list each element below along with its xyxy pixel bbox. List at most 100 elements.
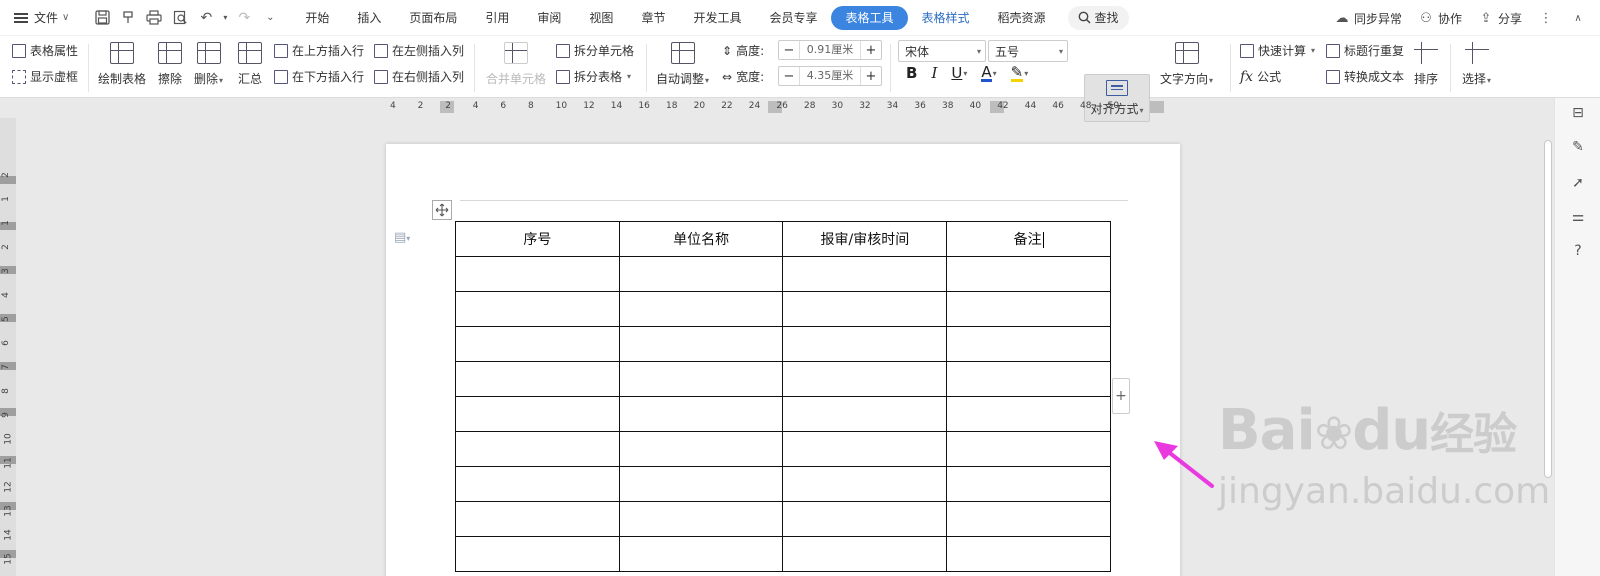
table-cell[interactable] bbox=[782, 466, 948, 502]
show-gridlines-button[interactable]: 显示虚框 bbox=[12, 68, 78, 85]
customize-toolbar-icon[interactable]: ⌄ bbox=[259, 7, 281, 29]
table-cell[interactable] bbox=[618, 256, 784, 292]
insert-row-below-button[interactable]: 在下方插入行 bbox=[274, 68, 364, 85]
width-spinner[interactable]: − 4.35厘米 + bbox=[778, 66, 882, 86]
file-menu-button[interactable]: 文件 ∨ bbox=[0, 0, 77, 36]
insert-row-above-button[interactable]: 在上方插入行 bbox=[274, 42, 364, 59]
table-cell[interactable] bbox=[946, 326, 1111, 362]
undo-icon[interactable]: ↶ bbox=[195, 7, 217, 29]
underline-icon[interactable]: U ▾ bbox=[951, 64, 967, 82]
tab-10[interactable]: 表格样式 bbox=[908, 6, 984, 30]
table-header-cell[interactable]: 单位名称 bbox=[618, 221, 784, 257]
table-move-handle[interactable] bbox=[432, 200, 452, 220]
share-button[interactable]: ⇪ 分享 bbox=[1478, 10, 1522, 27]
table-header-cell[interactable]: 备注 bbox=[946, 221, 1111, 257]
tab-5[interactable]: 视图 bbox=[575, 6, 627, 30]
height-spinner[interactable]: − 0.91厘米 + bbox=[778, 40, 882, 60]
search-tab[interactable]: 查找 bbox=[1067, 5, 1129, 30]
font-size-select[interactable]: 五号 ▾ bbox=[988, 40, 1068, 62]
bold-icon[interactable]: B bbox=[906, 64, 917, 82]
table-cell[interactable] bbox=[946, 396, 1111, 432]
insert-column-left-button[interactable]: 在左侧插入列 bbox=[374, 42, 464, 59]
tab-11[interactable]: 稻壳资源 bbox=[984, 6, 1060, 30]
draw-table-button[interactable]: 绘制表格 bbox=[98, 42, 146, 87]
ruler-column-marker[interactable] bbox=[1150, 101, 1164, 113]
add-column-button[interactable]: + bbox=[1112, 378, 1130, 414]
settings-sliders-icon[interactable]: ⚌ bbox=[1569, 208, 1587, 226]
font-name-select[interactable]: 宋体 ▾ bbox=[898, 40, 986, 62]
table-cell[interactable] bbox=[455, 396, 620, 432]
table-cell[interactable] bbox=[618, 326, 784, 362]
table-cell[interactable] bbox=[946, 466, 1111, 502]
tab-6[interactable]: 章节 bbox=[627, 6, 679, 30]
convert-to-text-button[interactable]: 转换成文本 bbox=[1326, 68, 1404, 85]
width-value[interactable]: 4.35厘米 bbox=[799, 67, 861, 85]
table-cell[interactable] bbox=[618, 431, 784, 467]
table-cell[interactable] bbox=[455, 361, 620, 397]
highlight-icon[interactable]: ✎ ▾ bbox=[1010, 64, 1028, 82]
width-decrement-button[interactable]: − bbox=[779, 67, 799, 85]
font-color-icon[interactable]: A ▾ bbox=[981, 64, 997, 82]
paragraph-layout-icon[interactable]: ▤▾ bbox=[394, 230, 410, 245]
table-cell[interactable] bbox=[618, 466, 784, 502]
help-icon[interactable]: ? bbox=[1569, 242, 1587, 260]
table-cell[interactable] bbox=[455, 501, 620, 537]
merge-cells-button[interactable]: 合并单元格 bbox=[486, 42, 546, 87]
table-cell[interactable] bbox=[455, 326, 620, 362]
select-cursor-icon[interactable]: ➚ bbox=[1569, 174, 1587, 192]
formula-button[interactable]: fx 公式 bbox=[1240, 68, 1281, 85]
print-preview-icon[interactable] bbox=[169, 7, 191, 29]
split-table-button[interactable]: 拆分表格 ▾ bbox=[556, 68, 631, 85]
table-cell[interactable] bbox=[782, 396, 948, 432]
redo-icon[interactable]: ↷ bbox=[233, 7, 255, 29]
table-cell[interactable] bbox=[618, 396, 784, 432]
table-cell[interactable] bbox=[618, 501, 784, 537]
table-properties-button[interactable]: 表格属性 bbox=[12, 42, 78, 59]
edit-pen-icon[interactable]: ✎ bbox=[1569, 138, 1587, 156]
table-cell[interactable] bbox=[782, 501, 948, 537]
insert-column-right-button[interactable]: 在右侧插入列 bbox=[374, 68, 464, 85]
width-increment-button[interactable]: + bbox=[861, 67, 881, 85]
format-painter-icon[interactable] bbox=[117, 7, 139, 29]
table-cell[interactable] bbox=[946, 361, 1111, 397]
tab-3[interactable]: 引用 bbox=[471, 6, 523, 30]
summary-button[interactable]: 汇总 bbox=[238, 42, 262, 87]
table-cell[interactable] bbox=[946, 291, 1111, 327]
horizontal-ruler[interactable]: 4 2 2 4 6 8 10 12 14 16 18 20 22 24 26 28 30 32 34 36 38 40 42… bbox=[390, 101, 1164, 113]
table-cell[interactable] bbox=[946, 256, 1111, 292]
tab-4[interactable]: 审阅 bbox=[523, 6, 575, 30]
table-cell[interactable] bbox=[782, 361, 948, 397]
height-increment-button[interactable]: + bbox=[861, 41, 881, 59]
table-cell[interactable] bbox=[455, 256, 620, 292]
erase-button[interactable]: 擦除 bbox=[158, 42, 182, 87]
table-cell[interactable] bbox=[946, 501, 1111, 537]
table-cell[interactable] bbox=[455, 536, 620, 572]
undo-dropdown-icon[interactable]: ▾ bbox=[221, 7, 229, 29]
table-cell[interactable] bbox=[946, 431, 1111, 467]
table-cell[interactable] bbox=[782, 291, 948, 327]
table-cell[interactable] bbox=[618, 536, 784, 572]
panel-toggle-icon[interactable]: ⊟ bbox=[1569, 104, 1587, 122]
table-cell[interactable] bbox=[946, 536, 1111, 572]
table-header-cell[interactable]: 序号 bbox=[455, 221, 620, 257]
table-cell[interactable] bbox=[455, 466, 620, 502]
tab-8[interactable]: 会员专享 bbox=[755, 6, 831, 30]
table-header-cell[interactable]: 报审/审核时间 bbox=[782, 221, 948, 257]
collaborate-button[interactable]: ⚇ 协作 bbox=[1418, 10, 1462, 27]
save-icon[interactable] bbox=[91, 7, 113, 29]
auto-fit-button[interactable]: 自动调整▾ bbox=[656, 42, 709, 87]
align-button[interactable]: 对齐方式▾ bbox=[1084, 74, 1150, 122]
table-cell[interactable] bbox=[455, 291, 620, 327]
repeat-header-button[interactable]: 标题行重复 bbox=[1326, 42, 1404, 59]
table-cell[interactable] bbox=[782, 536, 948, 572]
quick-calc-button[interactable]: 快速计算 ▾ bbox=[1240, 42, 1315, 59]
delete-button[interactable]: 删除▾ bbox=[194, 42, 223, 87]
split-cells-button[interactable]: 拆分单元格 bbox=[556, 42, 634, 59]
table-cell[interactable] bbox=[782, 326, 948, 362]
sort-button[interactable]: 排序 bbox=[1414, 42, 1438, 87]
more-options-button[interactable]: ⋮ bbox=[1538, 10, 1554, 26]
table-cell[interactable] bbox=[782, 431, 948, 467]
height-value[interactable]: 0.91厘米 bbox=[799, 41, 861, 59]
collapse-ribbon-button[interactable]: ∧ bbox=[1570, 10, 1586, 26]
select-button[interactable]: 选择▾ bbox=[1462, 42, 1491, 87]
